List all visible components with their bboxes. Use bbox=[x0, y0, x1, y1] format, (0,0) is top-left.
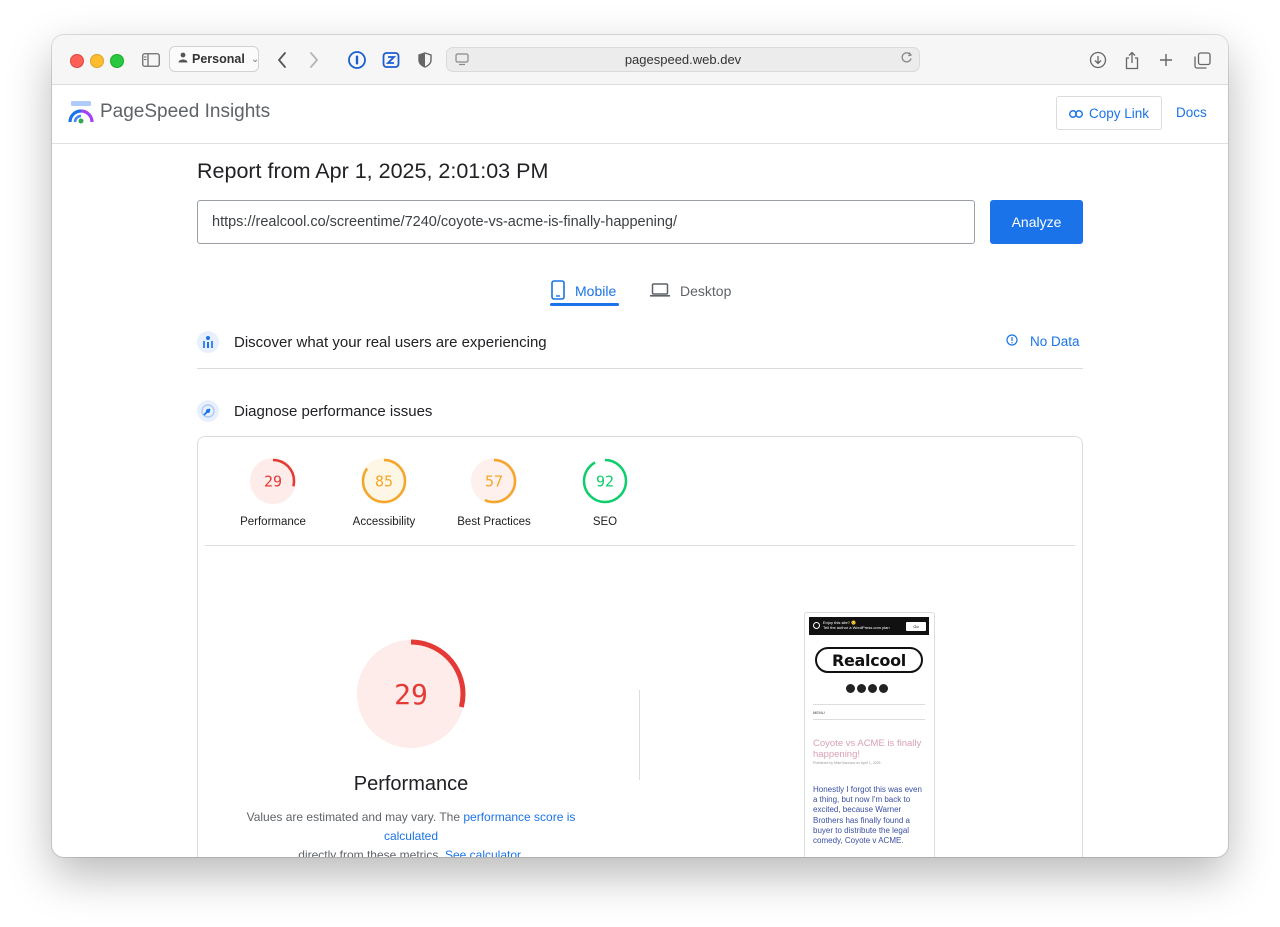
extension-icon[interactable] bbox=[380, 49, 402, 71]
score-value: 85 bbox=[375, 473, 393, 491]
tab-overview-icon[interactable] bbox=[1191, 49, 1213, 71]
perf-desc-prefix: Values are estimated and may vary. The bbox=[246, 810, 464, 824]
person-icon bbox=[178, 52, 188, 66]
reload-icon[interactable] bbox=[900, 51, 913, 67]
vertical-divider bbox=[639, 690, 640, 780]
score-value: 57 bbox=[485, 473, 503, 491]
no-data-label: No Data bbox=[1030, 334, 1080, 349]
info-icon bbox=[1006, 334, 1018, 349]
score-gauge-ring: 92 bbox=[582, 458, 628, 504]
active-tab-indicator bbox=[550, 303, 619, 306]
chevron-down-icon: ⌄ bbox=[250, 53, 260, 65]
preview-site-logo: Realcool bbox=[815, 647, 923, 673]
performance-description: Values are estimated and may vary. The p… bbox=[218, 808, 604, 857]
section-divider bbox=[197, 368, 1083, 369]
score-gauge-ring: 57 bbox=[471, 458, 517, 504]
tab-mobile-label: Mobile bbox=[575, 283, 617, 299]
pagespeed-logo-icon[interactable] bbox=[68, 99, 94, 125]
profile-name: Personal bbox=[192, 52, 245, 66]
score-label: Performance bbox=[240, 516, 306, 528]
page-settings-icon[interactable] bbox=[455, 52, 469, 69]
laptop-icon bbox=[650, 282, 670, 300]
browser-toolbar: Personal ⌄ pagespeed.web.dev bbox=[52, 35, 1228, 85]
crux-users-icon bbox=[197, 331, 219, 353]
score-gauge-best-practices[interactable]: 57 Best Practices bbox=[439, 457, 549, 528]
preview-divider bbox=[813, 704, 925, 705]
performance-gauge: 29 bbox=[354, 637, 468, 756]
mobile-screenshot-preview: Enjoy this site? 🙂 Tell the author a Word… bbox=[804, 612, 935, 857]
score-gauge-ring: 29 bbox=[250, 458, 296, 504]
url-input[interactable] bbox=[197, 200, 975, 244]
real-users-section: Discover what your real users are experi… bbox=[197, 331, 1083, 353]
profile-switcher[interactable]: Personal ⌄ bbox=[169, 46, 259, 72]
tab-desktop[interactable]: Desktop bbox=[650, 275, 731, 307]
preview-banner-text: Enjoy this site? 🙂 Tell the author a Word… bbox=[823, 620, 890, 630]
app-header: PageSpeed Insights Copy Link Docs bbox=[52, 85, 1228, 144]
password-manager-icon[interactable] bbox=[346, 49, 368, 71]
performance-score: 29 bbox=[394, 678, 428, 711]
app-name: PageSpeed Insights bbox=[100, 101, 271, 122]
report-title: Report from Apr 1, 2025, 2:01:03 PM bbox=[197, 159, 549, 183]
main-content: Report from Apr 1, 2025, 2:01:03 PM Anal… bbox=[52, 143, 1228, 857]
sidebar-toggle-icon[interactable] bbox=[140, 49, 162, 71]
preview-banner-button: Go bbox=[906, 622, 926, 631]
social-icon bbox=[879, 684, 888, 693]
score-value: 92 bbox=[596, 473, 614, 491]
back-icon[interactable] bbox=[271, 49, 293, 71]
score-value: 29 bbox=[264, 473, 282, 491]
perf-desc-middle: directly from these metrics. bbox=[298, 848, 445, 857]
browser-window: Personal ⌄ pagespeed.web.dev PageSpeed I… bbox=[52, 35, 1228, 857]
preview-headline: Coyote vs ACME is finally happening! bbox=[813, 738, 922, 760]
copy-link-button[interactable]: Copy Link bbox=[1056, 96, 1162, 130]
new-tab-icon[interactable] bbox=[1155, 49, 1177, 71]
score-gauge-seo[interactable]: 92 SEO bbox=[550, 457, 660, 528]
forward-icon[interactable] bbox=[303, 49, 325, 71]
docs-link[interactable]: Docs bbox=[1176, 105, 1207, 120]
performance-title: Performance bbox=[353, 773, 469, 795]
copy-link-label: Copy Link bbox=[1088, 105, 1150, 121]
score-gauge-accessibility[interactable]: 85 Accessibility bbox=[329, 457, 439, 528]
preview-menu: MENU bbox=[813, 710, 825, 715]
preview-social-icons bbox=[846, 684, 888, 693]
link-icon bbox=[1069, 106, 1083, 121]
preview-body: Honestly I forgot this was even a thing,… bbox=[813, 785, 922, 846]
score-label: Accessibility bbox=[352, 516, 416, 528]
score-gauge-ring: 85 bbox=[361, 458, 407, 504]
shield-icon[interactable] bbox=[414, 49, 436, 71]
preview-banner: Enjoy this site? 🙂 Tell the author a Word… bbox=[809, 617, 929, 635]
panel-divider bbox=[205, 545, 1075, 546]
diagnose-title: Diagnose performance issues bbox=[234, 402, 433, 420]
social-icon bbox=[868, 684, 877, 693]
preview-byline: Published by Mike Barrows on April 1, 20… bbox=[813, 761, 881, 765]
analyze-button[interactable]: Analyze bbox=[990, 200, 1083, 244]
score-label: Best Practices bbox=[457, 516, 531, 528]
social-icon bbox=[857, 684, 866, 693]
diagnostics-panel: 29 Performance 85 Accessibility 57 Best Pract… bbox=[197, 436, 1083, 857]
close-window-button[interactable] bbox=[70, 54, 84, 68]
diagnose-icon bbox=[197, 400, 219, 422]
social-icon bbox=[846, 684, 855, 693]
address-text: pagespeed.web.dev bbox=[624, 52, 742, 67]
score-label: SEO bbox=[592, 516, 618, 528]
no-data-link[interactable]: No Data bbox=[1006, 334, 1080, 349]
zoom-window-button[interactable] bbox=[110, 54, 124, 68]
phone-icon bbox=[551, 279, 565, 303]
tab-desktop-label: Desktop bbox=[680, 283, 732, 299]
downloads-icon[interactable] bbox=[1087, 49, 1109, 71]
address-bar[interactable]: pagespeed.web.dev bbox=[446, 47, 920, 72]
wordpress-icon bbox=[813, 622, 820, 629]
share-icon[interactable] bbox=[1121, 49, 1143, 71]
real-users-title: Discover what your real users are experi… bbox=[234, 333, 547, 351]
minimize-window-button[interactable] bbox=[90, 54, 104, 68]
see-calculator-link[interactable]: See calculator. bbox=[445, 848, 524, 857]
score-gauge-performance[interactable]: 29 Performance bbox=[218, 457, 328, 528]
preview-divider bbox=[813, 719, 925, 720]
diagnose-section: Diagnose performance issues bbox=[197, 400, 1083, 422]
